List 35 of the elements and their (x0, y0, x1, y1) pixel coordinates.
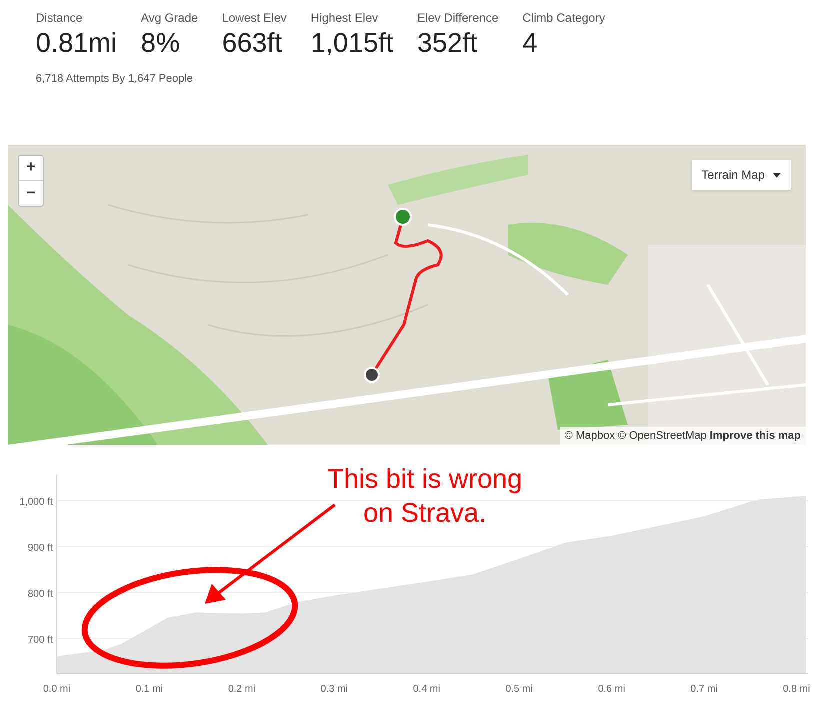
stat-label: Elev Difference (417, 10, 499, 26)
stat-value: 4 (522, 27, 539, 60)
y-tick-label: 800 ft (28, 589, 53, 600)
stat-label: Avg Grade (141, 10, 198, 26)
stat-value: 352ft (417, 27, 479, 60)
y-tick-label: 900 ft (28, 543, 53, 554)
mapbox-link[interactable]: © Mapbox (564, 428, 616, 444)
stat-label: Lowest Elev (222, 10, 287, 26)
stat-value: 663ft (222, 27, 284, 60)
stat-label: Distance (36, 10, 84, 26)
openstreetmap-link[interactable]: © OpenStreetMap (618, 428, 707, 444)
attempts-count: 6,718 Attempts By 1,647 People (36, 73, 194, 85)
annotation-text: This bit is wrong (327, 463, 523, 496)
x-tick-label: 0.6 mi (598, 684, 626, 695)
improve-map-link[interactable]: Improve this map (710, 428, 801, 444)
stat-value: 0.81mi (36, 27, 118, 60)
caret-icon (773, 172, 781, 178)
zoom-out-button[interactable]: − (19, 181, 43, 206)
stat-value: 8% (141, 27, 182, 60)
x-tick-label: 0.5 mi (506, 684, 533, 695)
y-tick-label: 700 ft (28, 635, 53, 646)
y-tick-label: 1,000 ft (20, 497, 53, 508)
x-tick-label: 0.4 mi (413, 684, 440, 695)
x-tick-label: 0.8 mi (783, 684, 810, 695)
stat-label: Climb Category (522, 10, 606, 26)
annotation-text: on Strava. (363, 497, 487, 530)
stat-value: 1,015ft (310, 27, 394, 60)
x-tick-label: 0.2 mi (228, 684, 256, 695)
x-tick-label: 0.1 mi (136, 684, 164, 695)
x-tick-label: 0.3 mi (320, 684, 348, 695)
zoom-in-button[interactable]: + (19, 156, 43, 181)
x-tick-label: 0.7 mi (690, 684, 718, 695)
map-type-dropdown[interactable]: Terrain Map (692, 160, 791, 190)
x-tick-label: 0.0 mi (43, 684, 71, 695)
stat-label: Highest Elev (310, 10, 380, 26)
